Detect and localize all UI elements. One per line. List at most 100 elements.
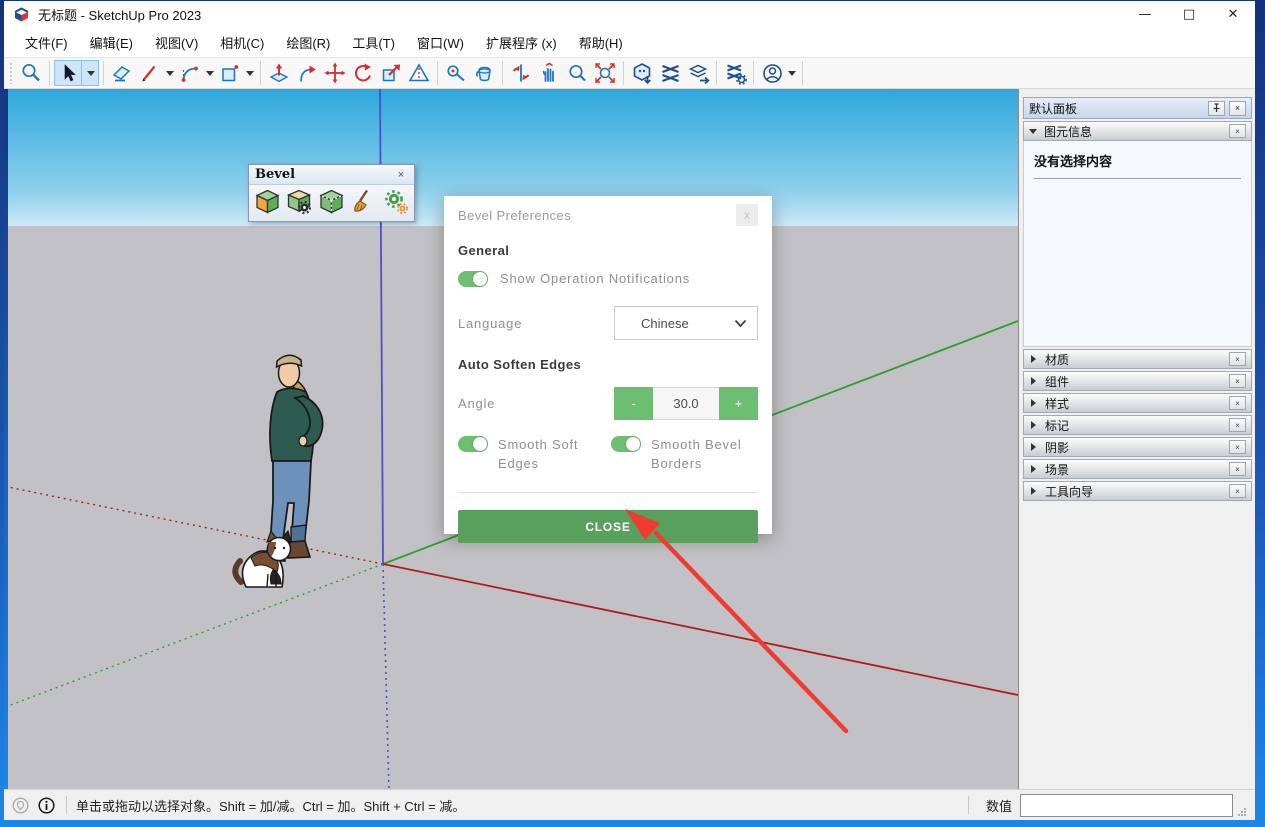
tray-title: 默认面板 <box>1029 100 1077 117</box>
expand-arrow-icon <box>1031 399 1036 407</box>
status-hint: 单击或拖动以选择对象。Shift = 加/减。Ctrl = 加。Shift + … <box>76 796 465 815</box>
smooth-bevel-borders-toggle[interactable] <box>611 436 641 452</box>
toolbar-grip[interactable] <box>9 62 14 84</box>
panel-header-components[interactable]: 组件 × <box>1023 371 1252 391</box>
arc-dropdown-caret[interactable] <box>204 71 216 76</box>
pan-icon[interactable] <box>535 59 563 87</box>
account-icon[interactable] <box>758 59 786 87</box>
tray-titlebar[interactable]: 默认面板 × <box>1023 97 1252 119</box>
menu-extensions[interactable]: 扩展程序 (x) <box>475 29 568 56</box>
arc-tool-icon[interactable] <box>176 59 204 87</box>
soften-cube-icon[interactable] <box>318 188 345 215</box>
smooth-soft-edges-toggle[interactable] <box>458 436 488 452</box>
bevel-toolbar-window[interactable]: Bevel × <box>248 164 415 222</box>
share-model-icon[interactable] <box>684 59 712 87</box>
expand-arrow-icon <box>1031 377 1036 385</box>
line-tool-icon[interactable] <box>136 59 164 87</box>
extension-warehouse-icon[interactable] <box>656 59 684 87</box>
panel-close-icon[interactable]: × <box>1229 374 1246 388</box>
panel-header-materials[interactable]: 材质 × <box>1023 349 1252 369</box>
move-icon[interactable] <box>321 59 349 87</box>
tape-measure-icon[interactable] <box>442 59 470 87</box>
panel-close-icon[interactable]: × <box>1229 462 1246 476</box>
entity-info-label: 图元信息 <box>1044 123 1092 140</box>
show-notifications-toggle[interactable] <box>458 271 488 287</box>
menu-edit[interactable]: 编辑(E) <box>79 29 144 56</box>
menu-help[interactable]: 帮助(H) <box>568 29 634 56</box>
menu-bar: 文件(F) 编辑(E) 视图(V) 相机(C) 绘图(R) 工具(T) 窗口(W… <box>4 28 1255 57</box>
panel-header-instructor[interactable]: 工具向导 × <box>1023 481 1252 501</box>
info-icon[interactable] <box>38 797 55 814</box>
dialog-divider <box>458 492 758 493</box>
push-pull-icon[interactable] <box>265 59 293 87</box>
angle-increase-button[interactable]: + <box>719 387 758 420</box>
bevel-tool-icon[interactable] <box>254 188 281 215</box>
menu-window[interactable]: 窗口(W) <box>406 29 475 56</box>
entity-info-close-icon[interactable]: × <box>1229 124 1246 138</box>
select-arrow-icon[interactable] <box>55 61 81 85</box>
line-dropdown-caret[interactable] <box>164 71 176 76</box>
select-dropdown-caret[interactable] <box>81 61 98 85</box>
follow-me-icon[interactable] <box>293 59 321 87</box>
bevel-toolbar-titlebar[interactable]: Bevel × <box>249 165 414 185</box>
rectangle-dropdown-caret[interactable] <box>244 71 256 76</box>
offset-icon[interactable] <box>405 59 433 87</box>
rotate-icon[interactable] <box>349 59 377 87</box>
rectangle-tool-icon[interactable] <box>216 59 244 87</box>
menu-file[interactable]: 文件(F) <box>14 29 79 56</box>
measurements-input[interactable] <box>1020 794 1233 817</box>
expand-arrow-icon <box>1031 465 1036 473</box>
panel-header-tags[interactable]: 标记 × <box>1023 415 1252 435</box>
panel-close-icon[interactable]: × <box>1229 352 1246 366</box>
bevel-toolbar-close-button[interactable]: × <box>394 169 408 181</box>
orbit-icon[interactable] <box>507 59 535 87</box>
collapse-arrow-icon <box>1029 129 1037 134</box>
smooth-bevel-borders-label: Smooth Bevel Borders <box>651 435 743 473</box>
tray-pin-icon[interactable] <box>1208 101 1225 116</box>
language-select[interactable]: Chinese <box>614 306 758 340</box>
preferences-gears-icon[interactable] <box>382 188 409 215</box>
panel-header-styles[interactable]: 样式 × <box>1023 393 1252 413</box>
angle-decrease-button[interactable]: - <box>614 387 653 420</box>
select-tool-button[interactable] <box>54 60 99 86</box>
measurements-label: 数值 <box>986 796 1012 815</box>
panel-header-scenes[interactable]: 场景 × <box>1023 459 1252 479</box>
cleanup-broom-icon[interactable] <box>350 188 377 215</box>
tray-close-icon[interactable]: × <box>1229 101 1246 116</box>
language-label: Language <box>458 316 522 331</box>
panel-close-icon[interactable]: × <box>1229 484 1246 498</box>
resize-grip[interactable] <box>1235 805 1247 817</box>
bevel-settings-icon[interactable] <box>286 188 313 215</box>
3d-warehouse-icon[interactable] <box>628 59 656 87</box>
cat-eye-left <box>274 547 276 549</box>
panel-header-shadows[interactable]: 阴影 × <box>1023 437 1252 457</box>
menu-draw[interactable]: 绘图(R) <box>275 29 341 56</box>
language-value: Chinese <box>641 316 689 331</box>
panel-close-icon[interactable]: × <box>1229 396 1246 410</box>
paint-bucket-icon[interactable] <box>470 59 498 87</box>
panel-close-icon[interactable]: × <box>1229 418 1246 432</box>
3d-viewport[interactable]: Bevel × <box>8 89 1018 789</box>
eraser-icon[interactable] <box>108 59 136 87</box>
close-button[interactable]: ✕ <box>1211 1 1255 28</box>
zoom-region-icon[interactable] <box>17 59 45 87</box>
entity-info-header[interactable]: 图元信息 × <box>1023 121 1252 141</box>
menu-view[interactable]: 视图(V) <box>144 29 209 56</box>
dialog-close-icon[interactable]: x <box>736 204 758 226</box>
window-title: 无标题 - SketchUp Pro 2023 <box>38 5 201 24</box>
zoom-extents-icon[interactable] <box>591 59 619 87</box>
panel-close-icon[interactable]: × <box>1229 440 1246 454</box>
maximize-button[interactable]: □ <box>1167 1 1211 28</box>
close-dialog-button[interactable]: CLOSE <box>458 510 758 543</box>
angle-value[interactable]: 30.0 <box>653 387 719 420</box>
minimize-button[interactable]: — <box>1123 1 1167 28</box>
geolocation-icon[interactable] <box>12 797 29 814</box>
toolbar-separator <box>716 61 717 85</box>
zoom-icon[interactable] <box>563 59 591 87</box>
scale-icon[interactable] <box>377 59 405 87</box>
extension-manager-icon[interactable] <box>721 59 749 87</box>
account-dropdown-caret[interactable] <box>786 71 798 76</box>
menu-tools[interactable]: 工具(T) <box>341 29 406 56</box>
menu-camera[interactable]: 相机(C) <box>209 29 275 56</box>
expand-arrow-icon <box>1031 487 1036 495</box>
